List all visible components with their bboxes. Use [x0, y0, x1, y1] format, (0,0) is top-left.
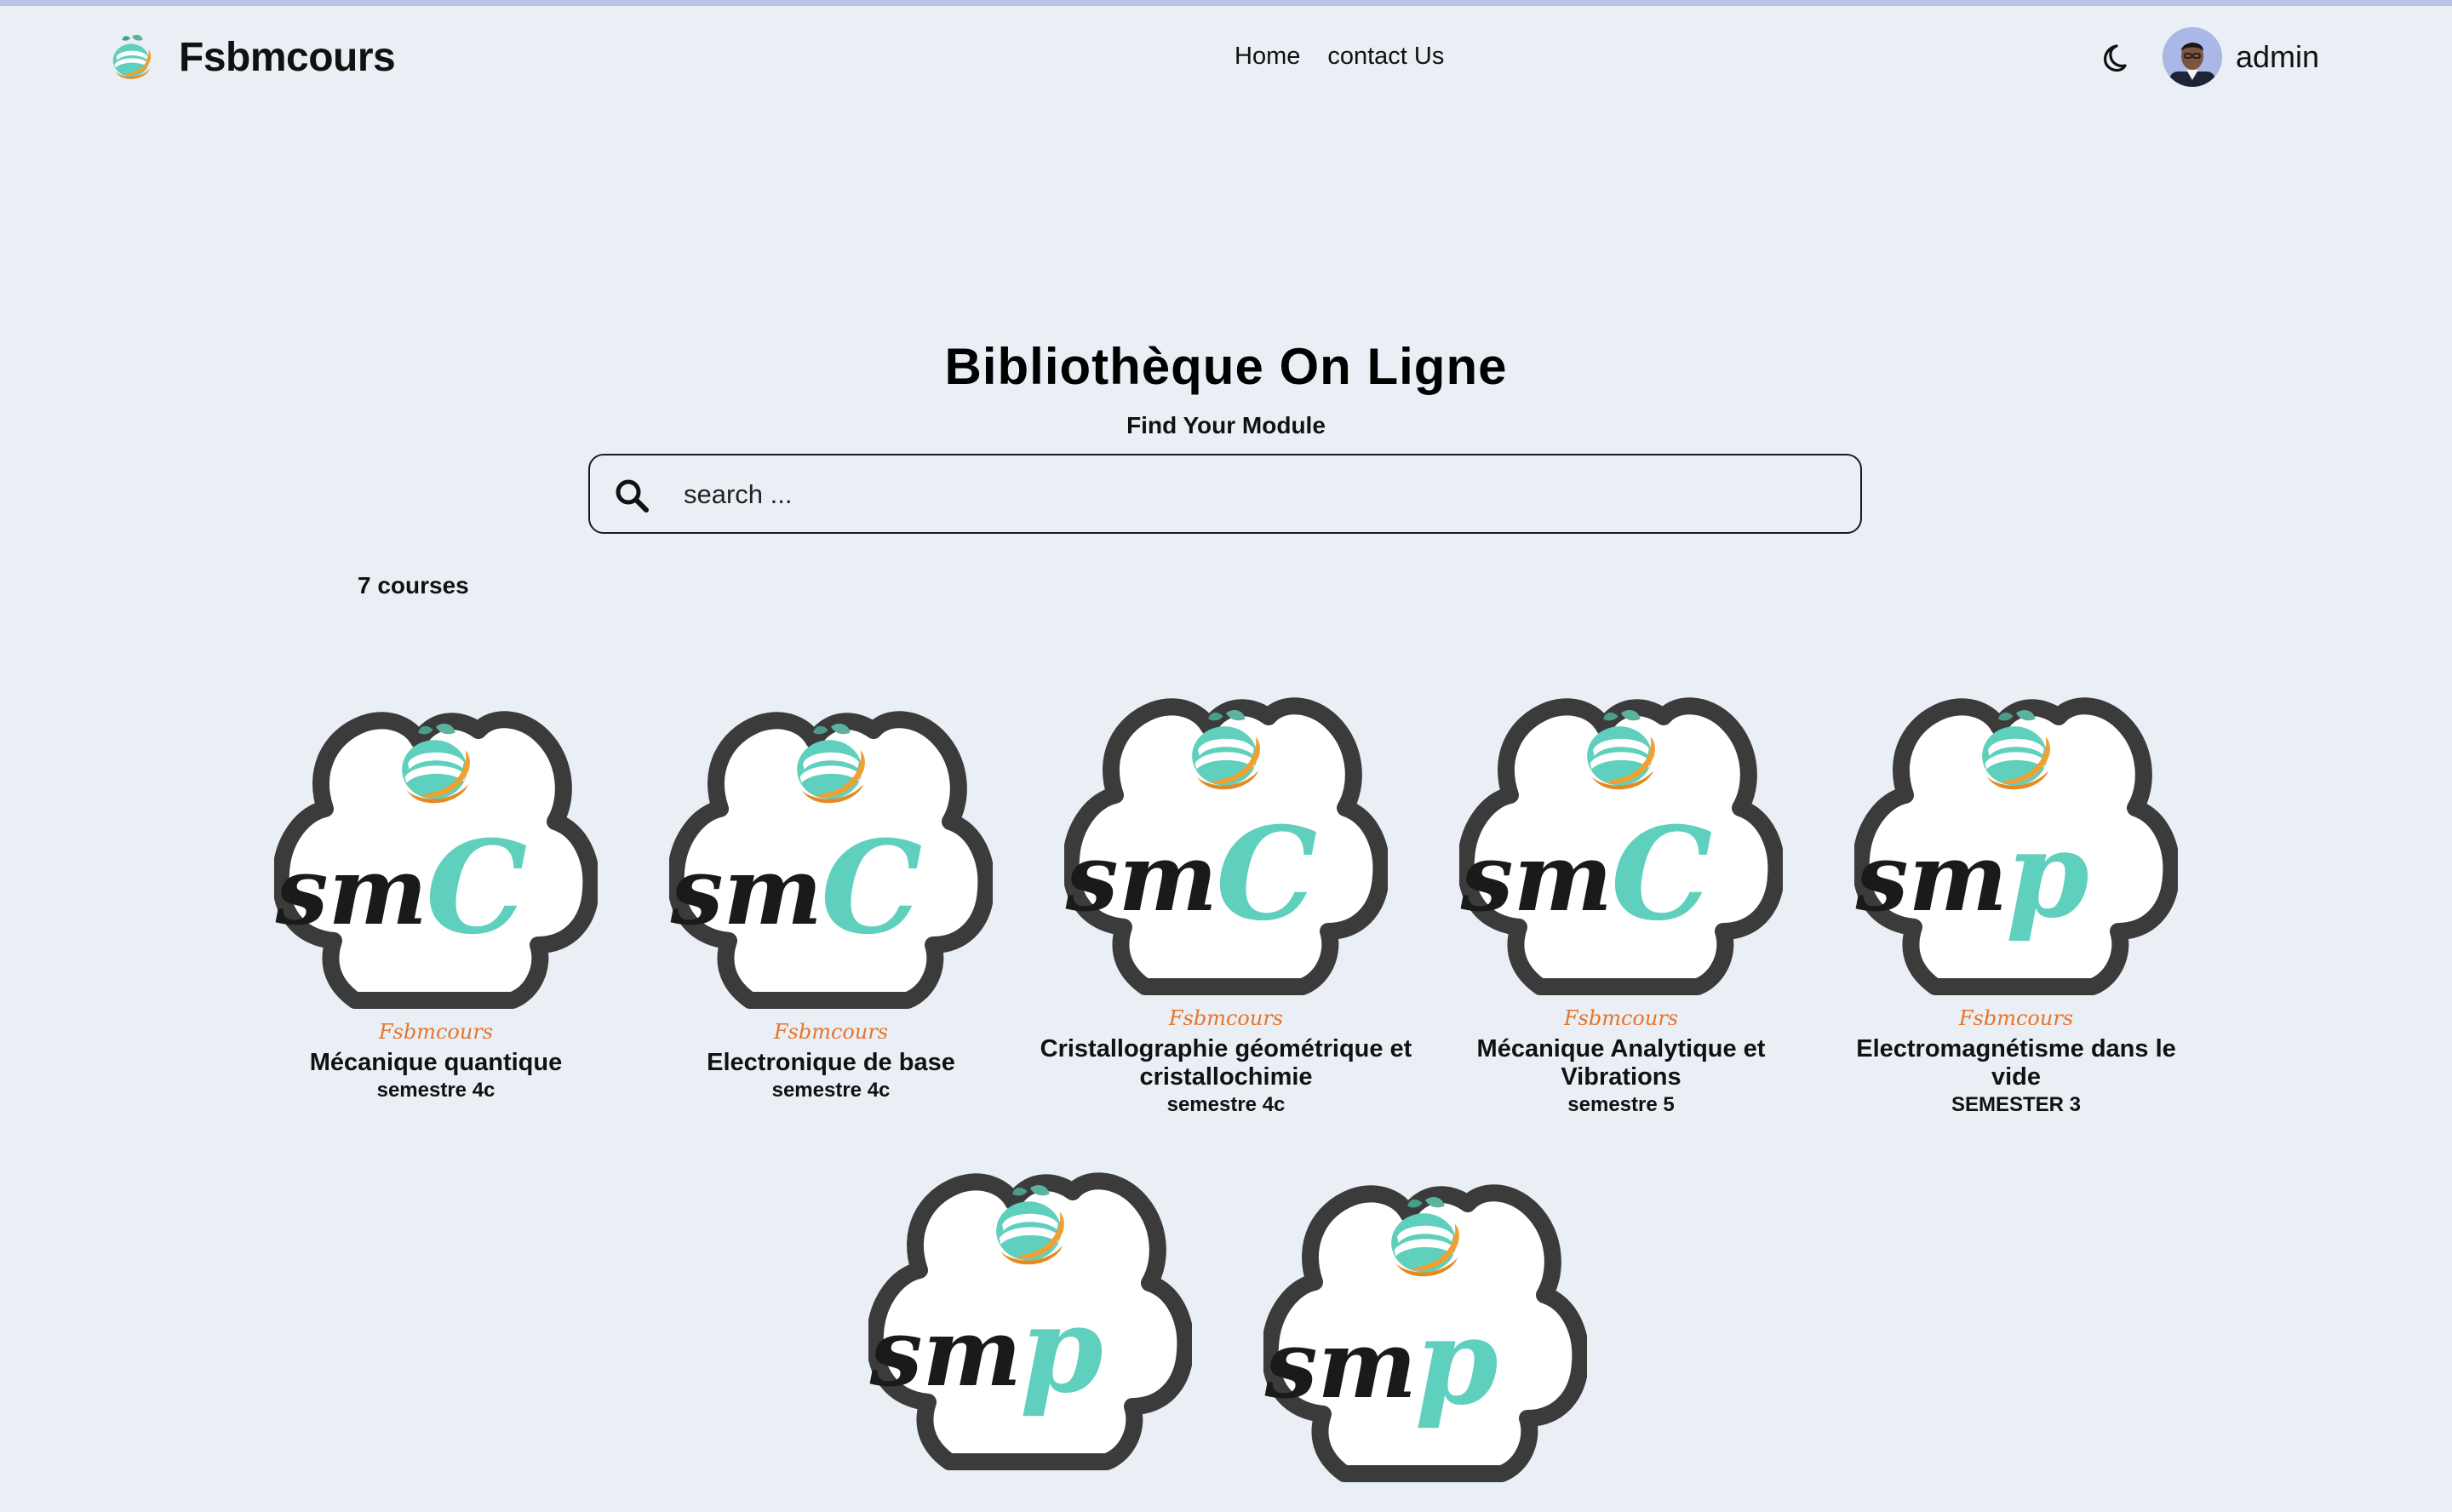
badge-watermark: Fsbmcours: [773, 1020, 888, 1039]
course-badge-image: sm C Fsbmcours: [1064, 693, 1388, 1025]
course-badge-image: sm C Fsbmcours: [274, 707, 598, 1039]
badge-label-suffix: p: [1020, 1280, 1103, 1420]
badge-label-suffix: C: [821, 813, 922, 963]
badge-label-suffix: p: [2006, 805, 2089, 945]
course-title[interactable]: Electronique de base: [644, 1049, 1018, 1077]
course-badge-image: sm C Fsbmcours: [669, 707, 993, 1039]
badge-label-sm: sm: [869, 1297, 1022, 1407]
brand-logo-icon[interactable]: [107, 31, 157, 83]
course-title[interactable]: Mécanique quantique: [249, 1049, 623, 1077]
course-semester: semestre 5: [1567, 1093, 1675, 1116]
badge-label-suffix: p: [1415, 1292, 1498, 1432]
badge-label-sm: sm: [275, 836, 427, 946]
course-title[interactable]: Cristallographie géométrique et cristall…: [1039, 1035, 1413, 1091]
badge-watermark: Fsbmcours: [1958, 1006, 2073, 1025]
course-count: 7 courses: [358, 572, 469, 598]
course-semester: semestre 4c: [1166, 1093, 1286, 1116]
badge-label-sm: sm: [670, 836, 822, 946]
avatar-portrait-icon: [2163, 27, 2222, 87]
badge-watermark: Fsbmcours: [1168, 1006, 1283, 1025]
moon-icon[interactable]: [2096, 41, 2130, 75]
search-icon[interactable]: [612, 476, 651, 515]
badge-label-suffix: C: [1216, 799, 1317, 949]
brand-name[interactable]: Fsbmcours: [179, 34, 396, 81]
badge-label-sm: sm: [1855, 822, 2008, 932]
course-badge-image: sm p Fsbmcours: [1854, 693, 2178, 1025]
course-semester: semestre 4c: [376, 1079, 496, 1102]
user-name[interactable]: admin: [2236, 39, 2319, 75]
badge-label-sm: sm: [1065, 822, 1217, 932]
search-input[interactable]: [682, 455, 1843, 534]
course-title[interactable]: Mécanique Analytique et Vibrations: [1434, 1035, 1808, 1091]
badge-watermark: Fsbmcours: [1563, 1006, 1678, 1025]
course-badge-image: sm p: [1263, 1180, 1587, 1512]
badge-label-sm: sm: [1460, 822, 1613, 932]
course-semester: SEMESTER 3: [1951, 1093, 2082, 1116]
badge-label-suffix: C: [1611, 799, 1712, 949]
browser-top-strip: [0, 0, 2452, 6]
course-badge-image: sm p: [868, 1168, 1192, 1500]
search-bar: [588, 454, 1862, 534]
badge-label-suffix: C: [426, 813, 527, 963]
course-semester: semestre 4c: [771, 1079, 891, 1102]
page-title: Bibliothèque On Ligne: [944, 338, 1508, 395]
nav-home-link[interactable]: Home: [1235, 43, 1300, 71]
course-title[interactable]: Electromagnétisme dans le vide: [1829, 1035, 2203, 1091]
main-nav: Home contact Us: [1235, 43, 1444, 71]
badge-label-sm: sm: [1264, 1309, 1417, 1419]
nav-contact-link[interactable]: contact Us: [1327, 43, 1444, 71]
page-subtitle: Find Your Module: [1126, 412, 1326, 438]
user-avatar[interactable]: [2163, 27, 2222, 87]
course-badge-image: sm C Fsbmcours: [1459, 693, 1783, 1025]
badge-watermark: Fsbmcours: [378, 1020, 493, 1039]
